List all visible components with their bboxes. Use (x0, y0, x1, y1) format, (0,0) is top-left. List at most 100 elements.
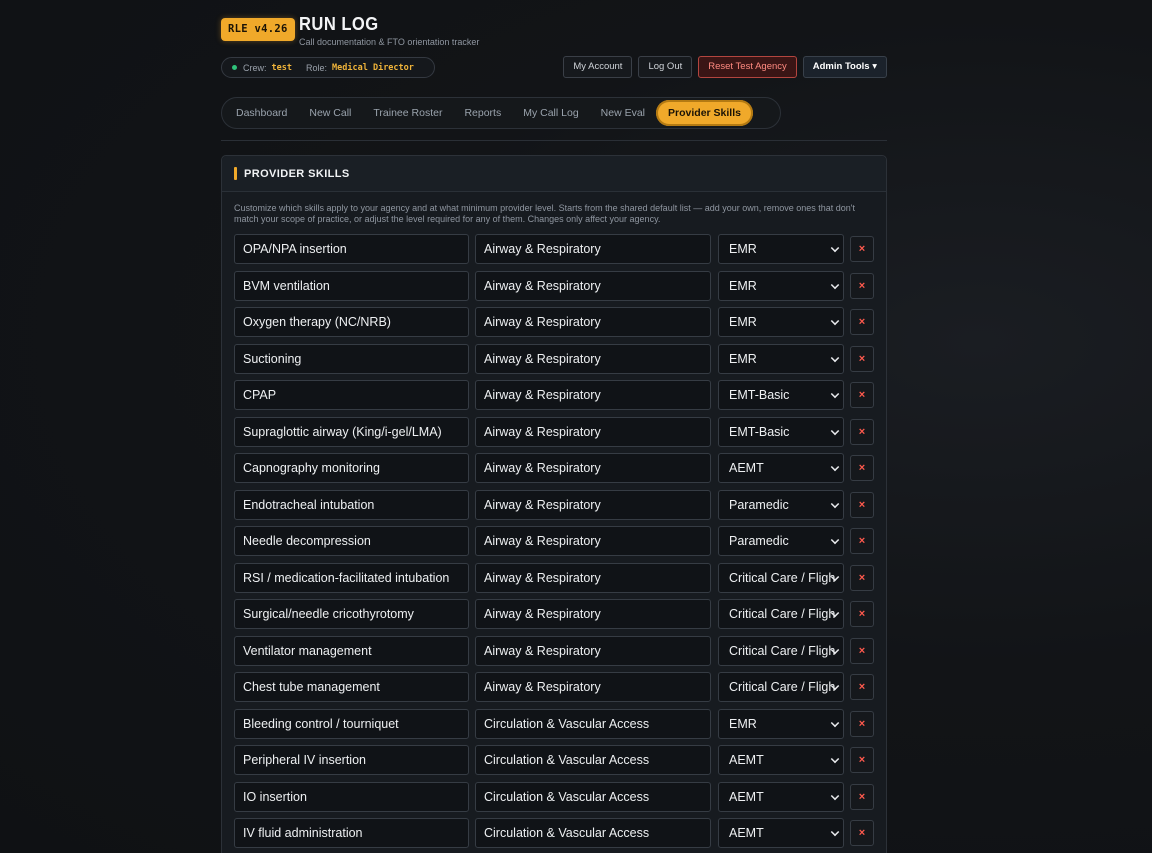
skill-category-input[interactable]: Airway & Respiratory (475, 599, 711, 629)
skill-name-input[interactable]: Endotracheal intubation (234, 489, 469, 520)
remove-skill-button[interactable]: × (850, 345, 874, 372)
remove-skill-button[interactable]: × (850, 674, 874, 700)
remove-skill-button[interactable]: × (850, 236, 874, 262)
skill-name-input[interactable]: Needle decompression (234, 526, 469, 556)
skill-level-select[interactable]: Critical Care / Fligh (718, 635, 844, 666)
app-container: RLE v4.26 RUN LOG Call documentation & F… (221, 0, 887, 853)
skill-level-select[interactable]: Critical Care / Fligh (718, 562, 844, 593)
skill-name-input[interactable]: Suctioning (234, 343, 469, 374)
skill-level-select[interactable]: EMR (718, 270, 844, 301)
skill-category-input[interactable]: Circulation & Vascular Access (475, 745, 711, 775)
tab-new-call[interactable]: New Call (298, 100, 362, 126)
skill-name-input[interactable]: RSI / medication-facilitated intubation (234, 562, 469, 593)
remove-skill-button[interactable]: × (850, 710, 874, 737)
skill-level-select[interactable]: AEMT (718, 745, 844, 775)
skill-level-value: EMR (729, 278, 757, 293)
skill-level-select[interactable]: EMR (718, 343, 844, 374)
skill-row: Needle decompression Airway & Respiratory… (234, 526, 876, 563)
chevron-down-icon (830, 462, 840, 472)
tab-provider-skills[interactable]: Provider Skills (656, 100, 753, 126)
remove-skill-button[interactable]: × (850, 455, 874, 481)
skill-category-input[interactable]: Circulation & Vascular Access (475, 781, 711, 812)
skill-name-input[interactable]: Oxygen therapy (NC/NRB) (234, 307, 469, 337)
skill-category-input[interactable]: Airway & Respiratory (475, 416, 711, 447)
skill-category-input[interactable]: Airway & Respiratory (475, 672, 711, 702)
skill-level-value: EMT-Basic (729, 424, 790, 439)
tab-trainee-roster[interactable]: Trainee Roster (362, 100, 453, 126)
skill-name-input[interactable]: CPAP (234, 380, 469, 410)
remove-skill-button[interactable]: × (850, 601, 874, 627)
remove-skill-button[interactable]: × (850, 637, 874, 664)
skill-name-input[interactable]: Bleeding control / tourniquet (234, 708, 469, 739)
remove-skill-button[interactable]: × (850, 747, 874, 773)
skill-name-input[interactable]: BVM ventilation (234, 270, 469, 301)
account-actions: My Account Log Out Reset Test Agency Adm… (563, 56, 887, 78)
skill-name-input[interactable]: IV fluid administration (234, 818, 469, 848)
skill-level-value: Critical Care / Fligh (729, 680, 836, 694)
skill-category-input[interactable]: Airway & Respiratory (475, 234, 711, 264)
status-dot-icon (232, 65, 237, 70)
skill-level-value: Critical Care / Fligh (729, 570, 836, 585)
tab-new-eval[interactable]: New Eval (590, 100, 656, 126)
skill-category-input[interactable]: Airway & Respiratory (475, 380, 711, 410)
tab-my-call-log[interactable]: My Call Log (512, 100, 589, 126)
skill-name-input[interactable]: Supraglottic airway (King/i-gel/LMA) (234, 416, 469, 447)
remove-skill-button[interactable]: × (850, 382, 874, 408)
skill-row: Surgical/needle cricothyrotomy Airway & R… (234, 599, 876, 636)
skill-row: Oxygen therapy (NC/NRB) Airway & Respirat… (234, 307, 876, 344)
tab-reports[interactable]: Reports (453, 100, 512, 126)
skill-name-input[interactable]: OPA/NPA insertion (234, 234, 469, 264)
skill-category-input[interactable]: Airway & Respiratory (475, 562, 711, 593)
my-account-button[interactable]: My Account (563, 56, 633, 78)
remove-skill-button[interactable]: × (850, 528, 874, 554)
skill-level-value: AEMT (729, 461, 764, 475)
skill-level-select[interactable]: EMR (718, 307, 844, 337)
skill-name-input[interactable]: IO insertion (234, 781, 469, 812)
skill-category-input[interactable]: Airway & Respiratory (475, 453, 711, 483)
remove-skill-button[interactable]: × (850, 309, 874, 335)
skill-level-select[interactable]: Paramedic (718, 526, 844, 556)
skill-category-input[interactable]: Circulation & Vascular Access (475, 708, 711, 739)
skill-name-input[interactable]: Chest tube management (234, 672, 469, 702)
skill-name-input[interactable]: Ventilator management (234, 635, 469, 666)
skill-row: CPAP Airway & Respiratory EMT-Basic × (234, 380, 876, 417)
skill-category-input[interactable]: Airway & Respiratory (475, 307, 711, 337)
skill-category-input[interactable]: Circulation & Vascular Access (475, 818, 711, 848)
remove-skill-button[interactable]: × (850, 564, 874, 591)
provider-skills-panel: PROVIDER SKILLS Customize which skills a… (221, 155, 887, 853)
remove-skill-button[interactable]: × (850, 418, 874, 445)
skill-category-input[interactable]: Airway & Respiratory (475, 343, 711, 374)
skill-level-select[interactable]: Paramedic (718, 489, 844, 520)
skill-category-input[interactable]: Airway & Respiratory (475, 489, 711, 520)
remove-skill-button[interactable]: × (850, 820, 874, 846)
admin-tools-dropdown[interactable]: Admin Tools ▾ (802, 56, 887, 78)
reset-test-agency-button[interactable]: Reset Test Agency (698, 56, 797, 78)
skill-level-select[interactable]: AEMT (718, 781, 844, 812)
skill-name-input[interactable]: Peripheral IV insertion (234, 745, 469, 775)
skill-level-select[interactable]: EMT-Basic (718, 380, 844, 410)
skill-level-select[interactable]: AEMT (718, 453, 844, 483)
version-badge: RLE v4.26 (221, 18, 295, 41)
skill-level-select[interactable]: EMT-Basic (718, 416, 844, 447)
skill-level-value: Paramedic (729, 534, 789, 548)
chevron-down-icon (830, 243, 840, 253)
skill-name-input[interactable]: Capnography monitoring (234, 453, 469, 483)
skill-name-input[interactable]: Surgical/needle cricothyrotomy (234, 599, 469, 629)
skill-category-input[interactable]: Airway & Respiratory (475, 526, 711, 556)
remove-skill-button[interactable]: × (850, 783, 874, 810)
tab-dashboard[interactable]: Dashboard (225, 100, 298, 126)
skill-level-select[interactable]: Critical Care / Fligh (718, 599, 844, 629)
skill-level-select[interactable]: AEMT (718, 818, 844, 848)
skill-level-select[interactable]: EMR (718, 234, 844, 264)
skill-level-value: Critical Care / Fligh (729, 607, 836, 621)
skill-row: BVM ventilation Airway & Respiratory EMR × (234, 270, 876, 308)
skills-list: OPA/NPA insertion Airway & Respiratory EMR… (234, 234, 876, 853)
divider (221, 140, 887, 141)
skill-level-select[interactable]: Critical Care / Fligh (718, 672, 844, 702)
skill-level-select[interactable]: EMR (718, 708, 844, 739)
log-out-button[interactable]: Log Out (638, 56, 693, 78)
remove-skill-button[interactable]: × (850, 491, 874, 518)
remove-skill-button[interactable]: × (850, 272, 874, 299)
skill-category-input[interactable]: Airway & Respiratory (475, 635, 711, 666)
skill-category-input[interactable]: Airway & Respiratory (475, 270, 711, 301)
